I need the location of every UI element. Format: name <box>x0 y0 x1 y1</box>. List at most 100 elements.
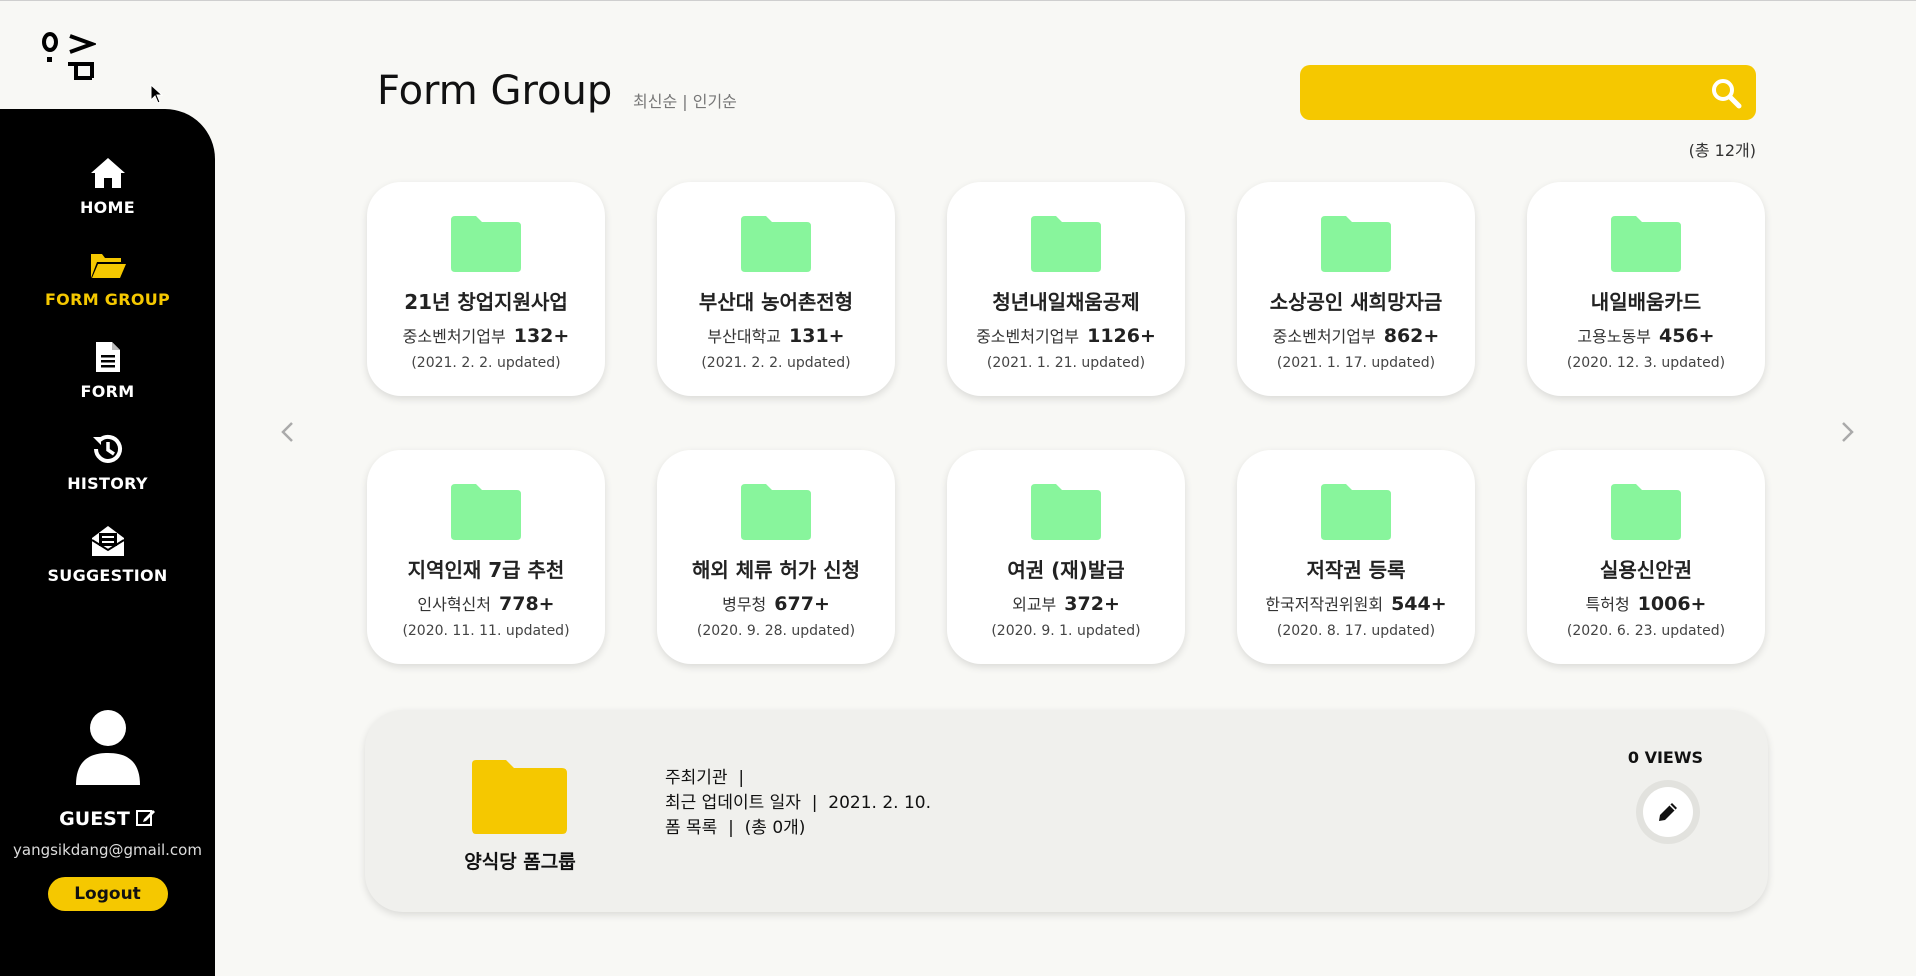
folder-icon <box>1321 484 1391 540</box>
card-updated-date: (2020. 6. 23. updated) <box>1566 623 1726 639</box>
card-updated-date: (2021. 1. 21. updated) <box>986 355 1146 371</box>
card-org: 중소벤처기업부 <box>1272 327 1376 346</box>
card-title: 소상공인 새희망자금 <box>1269 290 1443 314</box>
host-org-line: 주최기관 | <box>665 768 745 788</box>
folder-icon <box>451 216 521 272</box>
sort-popular[interactable]: 인기순 <box>693 92 737 111</box>
card-meta: 병무청 677+ <box>722 591 830 615</box>
card-meta: 부산대학교 131+ <box>707 323 844 347</box>
form-group-card[interactable]: 저작권 등록한국저작권위원회 544+ (2020. 8. 17. updated) <box>1237 450 1475 664</box>
card-count: 862+ <box>1383 325 1440 347</box>
form-group-card[interactable]: 내일배움카드고용노동부 456+ (2020. 12. 3. updated) <box>1527 182 1765 396</box>
sidebar: HOME FORM GROUP FORM HISTORY SUGGESTION <box>0 109 215 976</box>
folder-icon <box>1031 216 1101 272</box>
card-org: 한국저작권위원회 <box>1265 595 1384 614</box>
search-icon[interactable] <box>1710 77 1742 109</box>
folder-open-icon <box>89 246 127 284</box>
sort-separator: | <box>677 92 693 111</box>
sort-latest[interactable]: 최신순 <box>633 92 677 111</box>
folder-icon <box>1031 484 1101 540</box>
card-title: 내일배움카드 <box>1590 290 1702 314</box>
nav-label: HOME <box>79 198 136 217</box>
card-meta: 인사혁신처 778+ <box>417 591 554 615</box>
group-info: 주최기관 | 최근 업데이트 일자 | 2021. 2. 10. 폼 목록 | … <box>665 766 931 841</box>
card-title: 청년내일채움공제 <box>992 290 1140 314</box>
folder-icon <box>1611 484 1681 540</box>
mouse-cursor-icon <box>150 84 164 104</box>
card-updated-date: (2020. 9. 28. updated) <box>696 623 856 639</box>
card-meta: 중소벤처기업부 1126+ <box>976 323 1156 347</box>
nav-label: SUGGESTION <box>47 566 168 585</box>
card-count: 778+ <box>499 593 555 615</box>
card-title: 저작권 등록 <box>1306 558 1406 582</box>
form-group-card[interactable]: 청년내일채움공제중소벤처기업부 1126+ (2021. 1. 21. update… <box>947 182 1185 396</box>
card-updated-date: (2021. 1. 17. updated) <box>1276 355 1436 371</box>
card-count: 677+ <box>774 593 830 615</box>
sort-options: 최신순 | 인기순 <box>633 88 737 112</box>
card-org: 외교부 <box>1012 595 1057 614</box>
card-title: 여권 (재)발급 <box>1007 558 1125 582</box>
mail-open-icon <box>89 522 127 560</box>
logout-button[interactable]: Logout <box>47 877 168 911</box>
card-updated-date: (2020. 12. 3. updated) <box>1566 355 1726 371</box>
user-name: GUEST <box>59 808 130 830</box>
edit-button[interactable] <box>1636 780 1700 844</box>
updated-date-line: 최근 업데이트 일자 | 2021. 2. 10. <box>665 793 932 813</box>
card-count: 132+ <box>513 325 570 347</box>
form-group-card[interactable]: 21년 창업지원사업 중소벤처기업부 132+ (2021. 2. 2. update… <box>367 182 605 396</box>
folder-icon <box>741 216 811 272</box>
next-page-arrow-icon[interactable] <box>1837 420 1857 444</box>
card-count: 544+ <box>1391 593 1447 615</box>
nav-item-form[interactable]: FORM <box>0 338 215 430</box>
folder-icon <box>741 484 811 540</box>
top-border <box>0 0 1916 1</box>
home-icon <box>89 154 127 192</box>
card-org: 부산대학교 <box>707 327 781 346</box>
form-group-card[interactable]: 여권 (재)발급외교부 372+ (2020. 9. 1. updated) <box>947 450 1185 664</box>
app-logo[interactable] <box>40 32 96 82</box>
folder-icon <box>1321 216 1391 272</box>
card-org: 중소벤처기업부 <box>402 327 506 346</box>
card-org: 특허청 <box>1585 595 1630 614</box>
card-updated-date: (2021. 2. 2. updated) <box>411 355 561 371</box>
nav-item-history[interactable]: HISTORY <box>0 430 215 522</box>
card-meta: 고용노동부 456+ <box>1577 323 1714 347</box>
card-count: 131+ <box>789 325 845 347</box>
avatar <box>75 710 140 785</box>
form-group-card[interactable]: 지역인재 7급 추천 인사혁신처 778+ (2020. 11. 11. update… <box>367 450 605 664</box>
edit-profile-icon[interactable] <box>135 807 156 831</box>
card-meta: 한국저작권위원회 544+ <box>1265 591 1446 615</box>
form-group-card[interactable]: 해외 체류 허가 신청병무청 677+ (2020. 9. 28. updated) <box>657 450 895 664</box>
document-icon <box>89 338 127 376</box>
nav-item-home[interactable]: HOME <box>0 154 215 246</box>
nav-item-form-group[interactable]: FORM GROUP <box>0 246 215 338</box>
form-group-grid: 21년 창업지원사업 중소벤처기업부 132+ (2021. 2. 2. update… <box>367 182 1767 664</box>
form-group-card[interactable]: 소상공인 새희망자금중소벤처기업부 862+ (2021. 1. 17. updat… <box>1237 182 1475 396</box>
nav-item-suggestion[interactable]: SUGGESTION <box>0 522 215 614</box>
card-title: 부산대 농어촌전형 <box>698 290 854 314</box>
search-input[interactable] <box>1318 77 1692 109</box>
card-count: 1126+ <box>1087 325 1156 347</box>
nav-label: HISTORY <box>67 474 148 493</box>
card-updated-date: (2021. 2. 2. updated) <box>701 355 851 371</box>
card-org: 병무청 <box>722 595 767 614</box>
card-count: 372+ <box>1064 593 1120 615</box>
card-updated-date: (2020. 9. 1. updated) <box>991 623 1141 639</box>
card-meta: 외교부 372+ <box>1012 591 1120 615</box>
card-title: 해외 체류 허가 신청 <box>691 558 861 582</box>
total-count: (총 12개) <box>1688 141 1756 160</box>
card-updated-date: (2020. 11. 11. updated) <box>402 623 570 639</box>
previous-page-arrow-icon[interactable] <box>278 420 298 444</box>
form-list-line: 폼 목록 | (총 0개) <box>665 818 806 838</box>
folder-icon <box>472 760 567 834</box>
form-group-card[interactable]: 부산대 농어촌전형부산대학교 131+ (2021. 2. 2. updated) <box>657 182 895 396</box>
card-meta: 특허청 1006+ <box>1586 591 1707 615</box>
search-bar <box>1300 65 1756 120</box>
form-group-card[interactable]: 실용신안권 특허청 1006+ (2020. 6. 23. updated) <box>1527 450 1765 664</box>
card-org: 고용노동부 <box>1577 327 1651 346</box>
nav-label: FORM <box>80 382 135 401</box>
card-org: 인사혁신처 <box>417 595 491 614</box>
card-updated-date: (2020. 8. 17. updated) <box>1276 623 1436 639</box>
user-name-row: GUEST <box>59 807 156 831</box>
card-org: 중소벤처기업부 <box>976 327 1080 346</box>
